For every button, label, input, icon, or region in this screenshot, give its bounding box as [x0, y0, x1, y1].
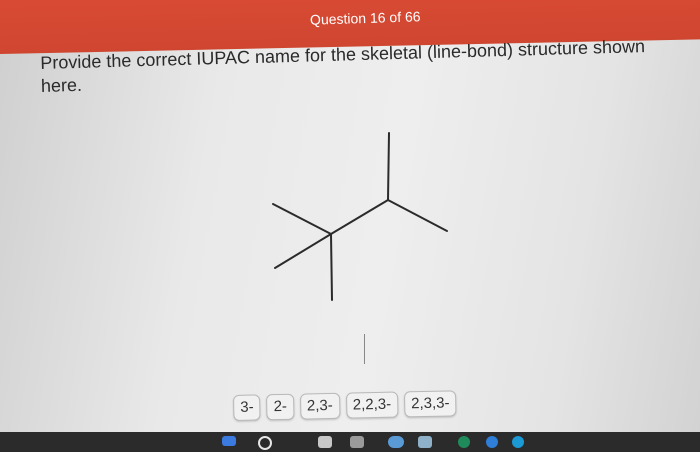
choice-2[interactable]: 2-: [266, 393, 295, 421]
chrome-icon[interactable]: [458, 436, 470, 448]
edge-alt-icon[interactable]: [512, 436, 524, 448]
widgets-icon[interactable]: [222, 436, 236, 446]
bond-right-branch: [387, 199, 448, 232]
edge-icon[interactable]: [486, 436, 498, 448]
text-cursor: [364, 334, 365, 364]
skeletal-structure: [272, 132, 448, 301]
bond-top-vertical: [387, 132, 390, 201]
choice-2-3[interactable]: 2,3-: [299, 392, 341, 420]
search-icon[interactable]: [258, 436, 272, 450]
choice-2-3-3[interactable]: 2,3,3-: [403, 390, 457, 418]
screen: Question 16 of 66 Provide the correct IU…: [0, 0, 700, 452]
bond-upper-left: [272, 203, 332, 235]
taskbar: [0, 432, 700, 452]
app-icon[interactable]: [318, 436, 332, 448]
bond-lower-left: [274, 233, 332, 269]
prefix-choices: 3- 2- 2,3- 2,2,3- 2,3,3-: [233, 390, 457, 423]
choice-2-2-3[interactable]: 2,2,3-: [345, 391, 399, 419]
browser-icon[interactable]: [350, 436, 364, 448]
chat-icon[interactable]: [388, 436, 404, 448]
store-icon[interactable]: [418, 436, 432, 448]
bond-bottom-vertical: [330, 233, 333, 301]
choice-3[interactable]: 3-: [233, 394, 261, 421]
bond-central: [330, 199, 389, 235]
